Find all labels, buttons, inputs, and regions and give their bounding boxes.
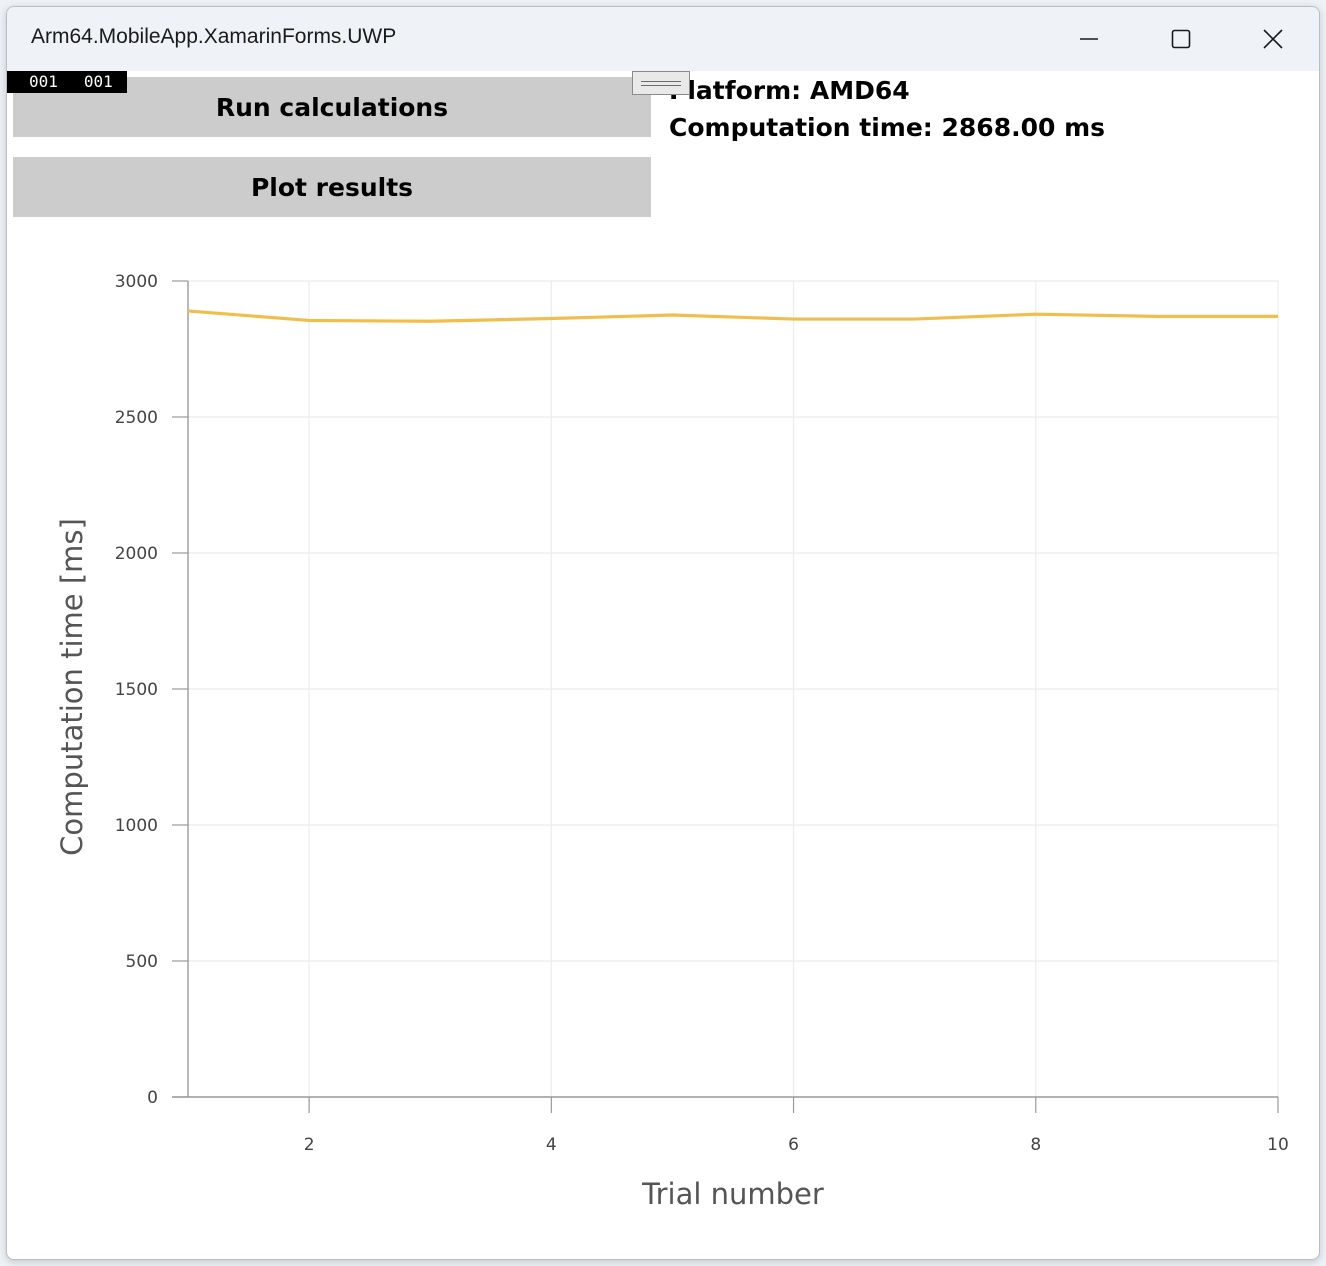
x-tick-label: 6 — [788, 1135, 799, 1155]
handle-line — [641, 80, 681, 82]
app-window: Arm64.MobileApp.XamarinForms.UWP 001 001… — [6, 6, 1320, 1260]
chart-series — [187, 309, 1278, 323]
x-tick-label: 4 — [546, 1135, 557, 1155]
frame-counter-right: 001 — [83, 72, 113, 91]
x-axis-title: Trial number — [641, 1177, 824, 1211]
y-tick-label: 2500 — [115, 408, 158, 428]
y-tick-label: 2000 — [115, 544, 158, 564]
y-tick-label: 3000 — [115, 272, 158, 292]
y-tick-label: 1500 — [115, 680, 158, 700]
computation-time-chart: 0 500 1000 1500 2000 2500 3000 2 4 6 8 10 Trial num… — [55, 272, 1289, 1211]
chart-tick-labels: 0 500 1000 1500 2000 2500 3000 2 4 6 8 10 — [115, 272, 1289, 1155]
chart-axes — [172, 280, 1279, 1113]
handle-line — [641, 84, 681, 86]
y-tick-label: 1000 — [115, 816, 158, 836]
series-line — [187, 309, 1278, 323]
xaml-toolbar-handle[interactable] — [632, 71, 690, 95]
chart-grid — [188, 280, 1279, 1097]
frame-rate-counter: 001 001 — [7, 71, 127, 93]
x-tick-label: 10 — [1267, 1135, 1289, 1155]
x-tick-label: 8 — [1030, 1135, 1041, 1155]
y-tick-label: 0 — [147, 1088, 158, 1108]
x-tick-label: 2 — [304, 1135, 315, 1155]
y-axis-title: Computation time [ms] — [55, 518, 89, 856]
y-tick-label: 500 — [126, 952, 158, 972]
frame-counter-left: 001 — [29, 72, 58, 91]
